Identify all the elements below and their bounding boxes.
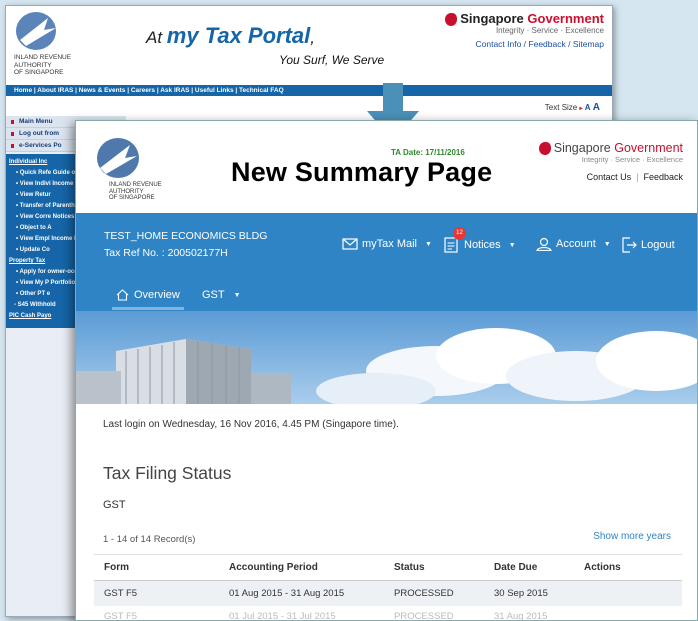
entity-name: TEST_HOME ECONOMICS BLDG (104, 230, 268, 242)
iras-logo-icon (16, 12, 56, 50)
old-gov-logo: Singapore Government Integrity · Service… (445, 11, 604, 49)
record-count: 1 - 14 of 14 Record(s) (103, 534, 196, 545)
col-status: Status (384, 554, 484, 581)
lion-head-icon (538, 142, 551, 156)
old-text-size: Text Size ▸ A A (544, 102, 600, 113)
tab-bar: Overview GST ▼ (76, 281, 697, 311)
lion-head-icon (445, 13, 458, 27)
feedback-link[interactable]: Feedback (643, 172, 683, 182)
notices-count-badge: 12 (453, 227, 466, 240)
new-gov-logo: Singapore Government Integrity · Service… (538, 141, 683, 164)
logout-button[interactable]: Logout (621, 237, 675, 253)
account-bar: TEST_HOME ECONOMICS BLDG Tax Ref No. : 2… (76, 213, 697, 281)
account-button[interactable]: Account ▼ (536, 237, 611, 251)
iras-logo-icon (97, 138, 139, 178)
old-portal-title: At my Tax Portal, (146, 23, 315, 48)
text-size-large-button[interactable]: A (593, 102, 600, 113)
new-header: INLAND REVENUE AUTHORITY OF SINGAPORE TA… (76, 121, 697, 213)
old-tagline: You Surf, We Serve (279, 53, 385, 67)
ta-date: TA Date: 17/11/2016 (391, 148, 465, 157)
tab-overview[interactable]: Overview (112, 289, 184, 310)
cell-period: 01 Aug 2015 - 31 Aug 2015 (219, 580, 384, 606)
table-row[interactable]: GST F5 01 Jul 2015 - 31 Jul 2015 PROCESS… (94, 606, 682, 621)
contact-us-link[interactable]: Contact Us (587, 172, 632, 182)
notices-button[interactable]: 12 Notices ▼ (444, 227, 516, 253)
cell-date-due: 31 Aug 2015 (494, 611, 548, 621)
hero-banner (76, 311, 697, 404)
entity-info: TEST_HOME ECONOMICS BLDG Tax Ref No. : 2… (104, 228, 267, 262)
building-sky-image (76, 311, 697, 404)
page-title: New Summary Page (231, 157, 493, 187)
show-more-years-link[interactable]: Show more years (593, 531, 671, 542)
cell-period: 01 Jul 2015 - 31 Jul 2015 (229, 611, 336, 621)
old-gov-links[interactable]: Contact Info / Feedback / Sitemap (445, 39, 604, 49)
tax-filing-table: Form Accounting Period Status Date Due A… (94, 554, 682, 621)
cell-actions[interactable] (574, 580, 682, 606)
cell-form: GST F5 (94, 580, 219, 606)
user-icon (536, 237, 552, 251)
col-accounting-period: Accounting Period (219, 554, 384, 581)
cell-form: GST F5 (104, 611, 138, 621)
old-header: INLAND REVENUE AUTHORITY OF SINGAPORE At… (6, 6, 612, 84)
cell-status: PROCESSED (384, 580, 484, 606)
section-subtitle: GST (103, 499, 126, 511)
col-date-due: Date Due (484, 554, 574, 581)
section-title: Tax Filing Status (103, 463, 232, 483)
table-row[interactable]: GST F5 01 Aug 2015 - 31 Aug 2015 PROCESS… (94, 580, 682, 606)
old-nav-bar[interactable]: Home | About IRAS | News & Events | Care… (6, 85, 612, 96)
cell-actions[interactable] (574, 606, 682, 620)
cell-date-due: 30 Sep 2015 (484, 580, 574, 606)
col-form: Form (94, 554, 219, 581)
old-logo-text: INLAND REVENUE AUTHORITY OF SINGAPORE (14, 54, 72, 76)
cell-status: PROCESSED (394, 611, 454, 621)
iras-logo-text: INLAND REVENUE AUTHORITY OF SINGAPORE (109, 182, 162, 201)
table-header-row: Form Accounting Period Status Date Due A… (94, 554, 682, 581)
text-size-small-button[interactable]: A (585, 103, 591, 112)
tab-gst[interactable]: GST ▼ (202, 289, 241, 301)
mail-icon (342, 238, 358, 250)
mytax-mail-button[interactable]: myTax Mail ▼ (342, 237, 432, 251)
tax-ref: Tax Ref No. : 200502177H (104, 247, 228, 259)
home-icon (116, 289, 129, 301)
header-links: Contact Us | Feedback (586, 172, 683, 182)
new-portal-window: INLAND REVENUE AUTHORITY OF SINGAPORE TA… (75, 120, 698, 621)
col-actions: Actions (574, 554, 682, 581)
logout-icon (622, 237, 637, 253)
last-login-text: Last login on Wednesday, 16 Nov 2016, 4.… (103, 419, 399, 430)
